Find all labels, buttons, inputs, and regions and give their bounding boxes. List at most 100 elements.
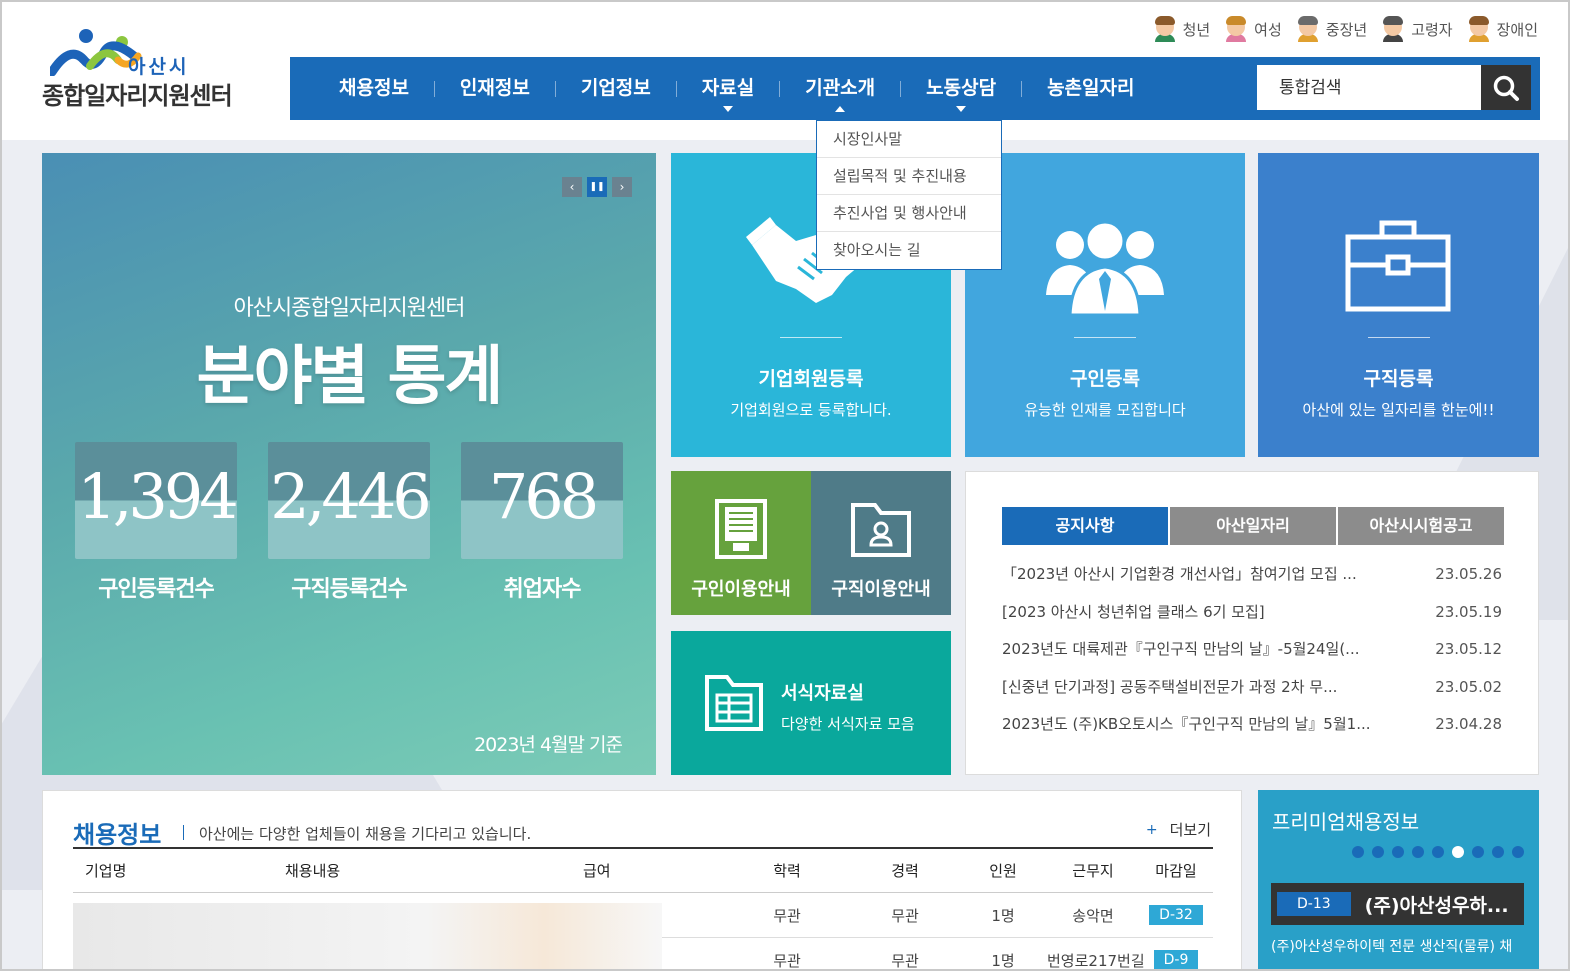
user-link[interactable]: 고령자 xyxy=(1381,16,1453,42)
search-button[interactable] xyxy=(1481,65,1531,110)
stat-label: 구인등록건수 xyxy=(98,577,214,602)
user-link-label: 여성 xyxy=(1254,20,1282,39)
column-header: 기업명 xyxy=(85,862,127,880)
user-link-label: 고령자 xyxy=(1411,20,1453,39)
blurred-row-content xyxy=(73,903,662,969)
section-title: 채용정보 xyxy=(73,821,162,849)
stat-employed: 768 취업자수 xyxy=(461,442,623,603)
notice-title[interactable]: 「2023년 아산시 기업환경 개선사업」참여기업 모집 ... xyxy=(1002,560,1398,598)
tile-title: 기업회원등록 xyxy=(758,368,864,390)
nav-item[interactable]: 농촌일자리 xyxy=(1022,57,1159,120)
user-link-label: 중장년 xyxy=(1325,20,1368,39)
nav-item-label: 기관소개 xyxy=(805,77,876,99)
people-icon xyxy=(1046,220,1164,315)
forms-library-tile[interactable]: 서식자료실 다양한 서식자료 모음 xyxy=(671,631,951,775)
nav-item[interactable]: 기관소개 xyxy=(780,57,900,120)
recruit-register-tile[interactable]: 구인등록 유능한 인재를 모집합니다 xyxy=(965,153,1245,457)
stat-value: 2,446 xyxy=(270,460,432,533)
banner-date: 2023년 4월말 기준 xyxy=(474,734,623,756)
notice-title[interactable]: [2023 아산시 청년취업 클래스 6기 모집] xyxy=(1002,598,1398,636)
notice-title[interactable]: [신중년 단기과정] 공동주택설비전문가 과정 2차 무... xyxy=(1002,673,1398,711)
job-info-section: 채용정보 아산에는 다양한 업체들이 채용을 기다리고 있습니다. + 더보기 … xyxy=(42,790,1242,970)
column-header: 채용내용 xyxy=(285,862,341,880)
cell-deadline: D-9 xyxy=(1139,950,1213,969)
notice-title[interactable]: 2023년도 대륙제관『구인구직 만남의 날』-5월24일(... xyxy=(1002,635,1398,673)
search-input[interactable] xyxy=(1257,65,1481,110)
dropdown-item[interactable]: 추진사업 및 행사안내 xyxy=(817,195,1001,232)
header: 아산시 종합일자리지원센터 청년 여성 중장년 고령자 장애인 채용정보 인재정보 기업정보… xyxy=(2,2,1568,140)
cell-experience: 무관 xyxy=(891,906,919,925)
banner-prev-button[interactable]: ‹ xyxy=(562,177,582,197)
carousel-dot[interactable] xyxy=(1392,846,1404,858)
briefcase-icon xyxy=(1345,220,1450,312)
notice-tab[interactable]: 아산시시험공고 xyxy=(1338,507,1504,545)
stat-recruit: 1,394 구인등록건수 xyxy=(75,442,239,603)
tile-desc: 유능한 인재를 모집합니다 xyxy=(1024,401,1186,419)
notice-title[interactable]: 2023년도 (주)KB오토시스『구인구직 만남의 날』5월1... xyxy=(1002,710,1398,748)
user-link[interactable]: 청년 xyxy=(1153,16,1211,42)
seek-guide-tile[interactable]: 구직이용안내 xyxy=(811,471,951,615)
job-description[interactable]: (주)아산성우하이텍 전문 생산직(물류) 채 xyxy=(1271,936,1529,956)
notice-tabs: 공지사항 아산일자리 아산시시험공고 xyxy=(1002,507,1504,545)
user-links: 청년 여성 중장년 고령자 장애인 xyxy=(1153,16,1538,42)
tile-title: 구직등록 xyxy=(1363,368,1434,390)
notice-date: 23.05.26 xyxy=(1435,565,1502,583)
notice-date: 23.05.02 xyxy=(1435,677,1502,696)
banner-next-button[interactable]: › xyxy=(612,177,632,197)
user-link-label: 장애인 xyxy=(1496,20,1538,39)
user-link-label: 청년 xyxy=(1182,20,1211,39)
column-header: 경력 xyxy=(891,862,919,880)
carousel-dot[interactable] xyxy=(1452,846,1464,858)
notice-item[interactable]: 2023년도 대륙제관『구인구직 만남의 날』-5월24일(... 23.05.1… xyxy=(1002,635,1502,673)
stat-value: 1,394 xyxy=(77,460,239,533)
premium-job-card[interactable]: D-13 (주)아산성우하... xyxy=(1271,883,1524,925)
dropdown-item[interactable]: 설립목적 및 추진내용 xyxy=(817,158,1001,195)
cell-location: 송악면 xyxy=(1072,906,1114,925)
about-dropdown-menu: 시장인사말 설립목적 및 추진내용 추진사업 및 행사안내 찾아오시는 길 xyxy=(816,120,1002,270)
nav-item-label: 채용정보 xyxy=(339,77,409,99)
notice-item[interactable]: 「2023년 아산시 기업환경 개선사업」참여기업 모집 ... 23.05.26 xyxy=(1002,560,1502,598)
senior-avatar-icon xyxy=(1381,16,1405,42)
carousel-dot[interactable] xyxy=(1492,846,1504,858)
carousel-dot[interactable] xyxy=(1472,846,1484,858)
nav-item[interactable]: 채용정보 xyxy=(314,57,434,120)
nav-item[interactable]: 기업정보 xyxy=(556,57,676,120)
main-nav: 채용정보 인재정보 기업정보 자료실 기관소개 노동상담 농촌일자리 xyxy=(290,57,1540,120)
carousel-dot[interactable] xyxy=(1432,846,1444,858)
user-link[interactable]: 장애인 xyxy=(1467,16,1538,42)
banner-pause-button[interactable]: ❚❚ xyxy=(587,177,607,197)
carousel-dot[interactable] xyxy=(1512,846,1524,858)
banner-title: 분야별 통계 xyxy=(196,340,504,414)
nav-item[interactable]: 인재정보 xyxy=(435,57,555,120)
deadline-badge: D-9 xyxy=(1153,950,1199,969)
stat-label: 취업자수 xyxy=(503,577,582,602)
seek-register-tile[interactable]: 구직등록 아산에 있는 일자리를 한눈에!! xyxy=(1258,153,1539,457)
tile-desc: 다양한 서식자료 모음 xyxy=(781,715,915,733)
recruit-guide-tile[interactable]: 구인이용안내 xyxy=(671,471,811,615)
notice-item[interactable]: [신중년 단기과정] 공동주택설비전문가 과정 2차 무... 23.05.02 xyxy=(1002,673,1502,711)
nav-item-label: 기업정보 xyxy=(580,77,651,99)
notice-item[interactable]: [2023 아산시 청년취업 클래스 6기 모집] 23.05.19 xyxy=(1002,598,1502,636)
nav-item-label: 노동상담 xyxy=(926,77,997,99)
cell-count: 1명 xyxy=(991,951,1015,970)
column-header: 학력 xyxy=(773,862,801,880)
user-link[interactable]: 중장년 xyxy=(1296,16,1367,42)
nav-item[interactable]: 자료실 xyxy=(677,57,779,120)
more-link[interactable]: + 더보기 xyxy=(1146,819,1211,840)
premium-jobs-panel: 프리미엄채용정보 D-13 (주)아산성우하... (주)아산성우하이텍 전문 … xyxy=(1258,790,1539,969)
search-icon xyxy=(1493,75,1519,101)
carousel-dot[interactable] xyxy=(1372,846,1384,858)
user-link[interactable]: 여성 xyxy=(1224,16,1282,42)
notice-tab[interactable]: 아산일자리 xyxy=(1170,507,1336,545)
notice-list: 「2023년 아산시 기업환경 개선사업」참여기업 모집 ... 23.05.26… xyxy=(1002,560,1502,748)
nav-item[interactable]: 노동상담 xyxy=(901,57,1021,120)
carousel-dot[interactable] xyxy=(1412,846,1424,858)
notice-tab[interactable]: 공지사항 xyxy=(1002,507,1168,545)
deadline-badge: D-32 xyxy=(1149,905,1203,925)
logo[interactable]: 아산시 종합일자리지원센터 xyxy=(40,22,240,112)
notice-item[interactable]: 2023년도 (주)KB오토시스『구인구직 만남의 날』5월1... 23.04.… xyxy=(1002,710,1502,748)
column-header: 인원 xyxy=(989,862,1017,880)
dropdown-item[interactable]: 찾아오시는 길 xyxy=(817,232,1001,269)
dropdown-item[interactable]: 시장인사말 xyxy=(817,121,1001,158)
carousel-dot[interactable] xyxy=(1352,846,1364,858)
